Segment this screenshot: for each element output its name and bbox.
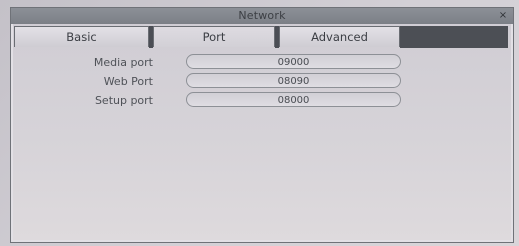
tab-advanced[interactable]: Advanced: [279, 26, 400, 47]
web-port-label: Web Port: [103, 75, 153, 88]
tab-bar: Basic Port Advanced: [14, 26, 508, 48]
web-port-field[interactable]: 08090: [186, 73, 401, 88]
setup-port-field[interactable]: 08000: [186, 92, 401, 107]
dialog-title: Network: [238, 9, 286, 22]
media-port-row: Media port 09000: [11, 54, 513, 71]
setup-port-label: Setup port: [94, 94, 153, 107]
media-port-field[interactable]: 09000: [186, 54, 401, 69]
web-port-row: Web Port 08090: [11, 73, 513, 90]
tab-port[interactable]: Port: [153, 26, 275, 47]
close-icon[interactable]: ×: [497, 9, 509, 22]
screen: Network × Basic Port Advanced Media port…: [0, 0, 519, 246]
title-bar: Network ×: [11, 8, 513, 24]
tab-basic[interactable]: Basic: [14, 26, 149, 47]
tab-strip-filler: [400, 26, 508, 48]
setup-port-row: Setup port 08000: [11, 92, 513, 109]
media-port-label: Media port: [93, 56, 153, 69]
network-dialog: Network × Basic Port Advanced Media port…: [10, 7, 514, 243]
